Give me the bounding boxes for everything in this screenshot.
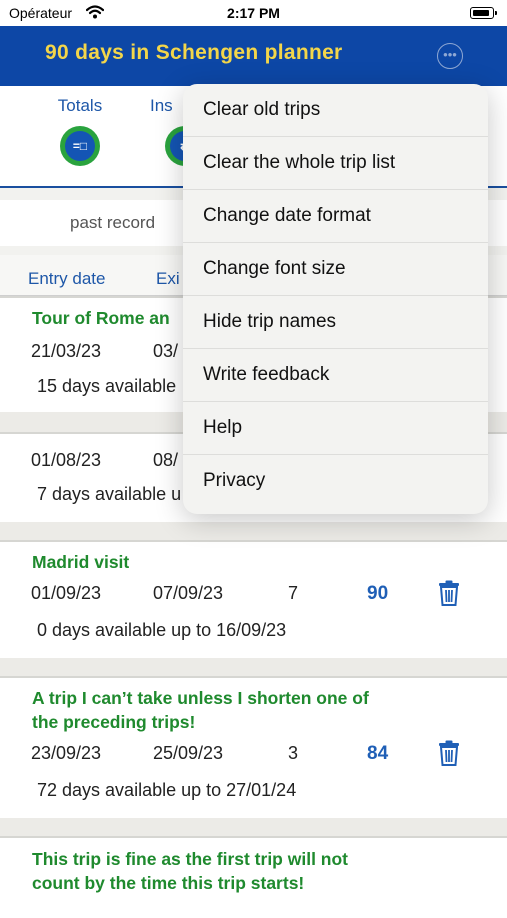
trip-length: 3 (288, 743, 299, 763)
tab-totals-label: Totals (57, 96, 103, 115)
days-used: 84 (367, 743, 389, 764)
trip-availability: 72 days available up to 27/01/24 (37, 780, 297, 800)
trash-icon[interactable] (438, 580, 460, 606)
tab-insights-label: Ins (150, 96, 173, 115)
menu-item-help[interactable]: Help (183, 402, 488, 455)
trip-card[interactable]: Madrid visit 01/09/23 07/09/23 7 90 0 da… (0, 540, 507, 660)
trip-entry-date: 01/08/23 (31, 450, 102, 470)
past-record-tab[interactable]: past record (70, 213, 155, 233)
trip-name: Madrid visit (32, 552, 130, 572)
card-separator (0, 522, 507, 540)
column-exit-date[interactable]: Exi (156, 269, 180, 289)
trip-name-line-1: A trip I can’t take unless I shorten one… (32, 688, 369, 708)
column-entry-date[interactable]: Entry date (28, 269, 106, 289)
status-time: 2:17 PM (227, 5, 280, 21)
trip-exit-date: 08/ (153, 450, 179, 470)
menu-item-hide-trip-names[interactable]: Hide trip names (183, 296, 488, 349)
card-separator (0, 658, 507, 676)
ellipsis-circle-icon[interactable]: ••• (437, 43, 463, 69)
tab-insights[interactable]: Ins ⇄ (150, 96, 183, 166)
trip-availability: 15 days available (37, 376, 177, 396)
trip-name: This trip is fine as the first trip will… (32, 847, 348, 895)
trip-availability: 7 days available u (37, 484, 182, 504)
trip-name-line-1: This trip is fine as the first trip will… (32, 849, 348, 869)
menu-item-clear-whole-list[interactable]: Clear the whole trip list (183, 137, 488, 190)
options-menu: Clear old trips Clear the whole trip lis… (183, 84, 488, 514)
trip-entry-date: 21/03/23 (31, 341, 102, 361)
app-header: 90 days in Schengen planner ••• (0, 26, 507, 86)
trip-name: A trip I can’t take unless I shorten one… (32, 686, 369, 734)
menu-item-privacy[interactable]: Privacy (183, 455, 488, 508)
trip-exit-date: 07/09/23 (153, 583, 224, 603)
trip-card[interactable]: This trip is fine as the first trip will… (0, 836, 507, 918)
card-separator (0, 818, 507, 836)
trip-name-line-2: the preceding trips! (32, 712, 196, 732)
trip-availability: 0 days available up to 16/09/23 (37, 620, 287, 640)
trip-entry-date: 01/09/23 (31, 583, 102, 603)
trip-card[interactable]: A trip I can’t take unless I shorten one… (0, 676, 507, 820)
trip-entry-date: 23/09/23 (31, 743, 102, 763)
menu-item-change-font-size[interactable]: Change font size (183, 243, 488, 296)
app-title: 90 days in Schengen planner (45, 41, 343, 64)
menu-item-change-date-format[interactable]: Change date format (183, 190, 488, 243)
battery-icon (470, 7, 497, 19)
trip-name-line-2: count by the time this trip starts! (32, 873, 305, 893)
insights-icon: ⇄ (165, 126, 183, 166)
totals-icon: =□ (60, 126, 100, 166)
status-bar: Opérateur 2:17 PM (0, 0, 507, 26)
trip-name: Tour of Rome an (32, 308, 170, 328)
trip-length: 7 (288, 583, 299, 603)
menu-item-clear-old-trips[interactable]: Clear old trips (183, 84, 488, 137)
trash-icon[interactable] (438, 740, 460, 766)
days-used: 90 (367, 583, 389, 604)
tab-totals[interactable]: Totals =□ (30, 96, 130, 166)
menu-item-write-feedback[interactable]: Write feedback (183, 349, 488, 402)
trip-exit-date: 03/ (153, 341, 179, 361)
trip-exit-date: 25/09/23 (153, 743, 224, 763)
